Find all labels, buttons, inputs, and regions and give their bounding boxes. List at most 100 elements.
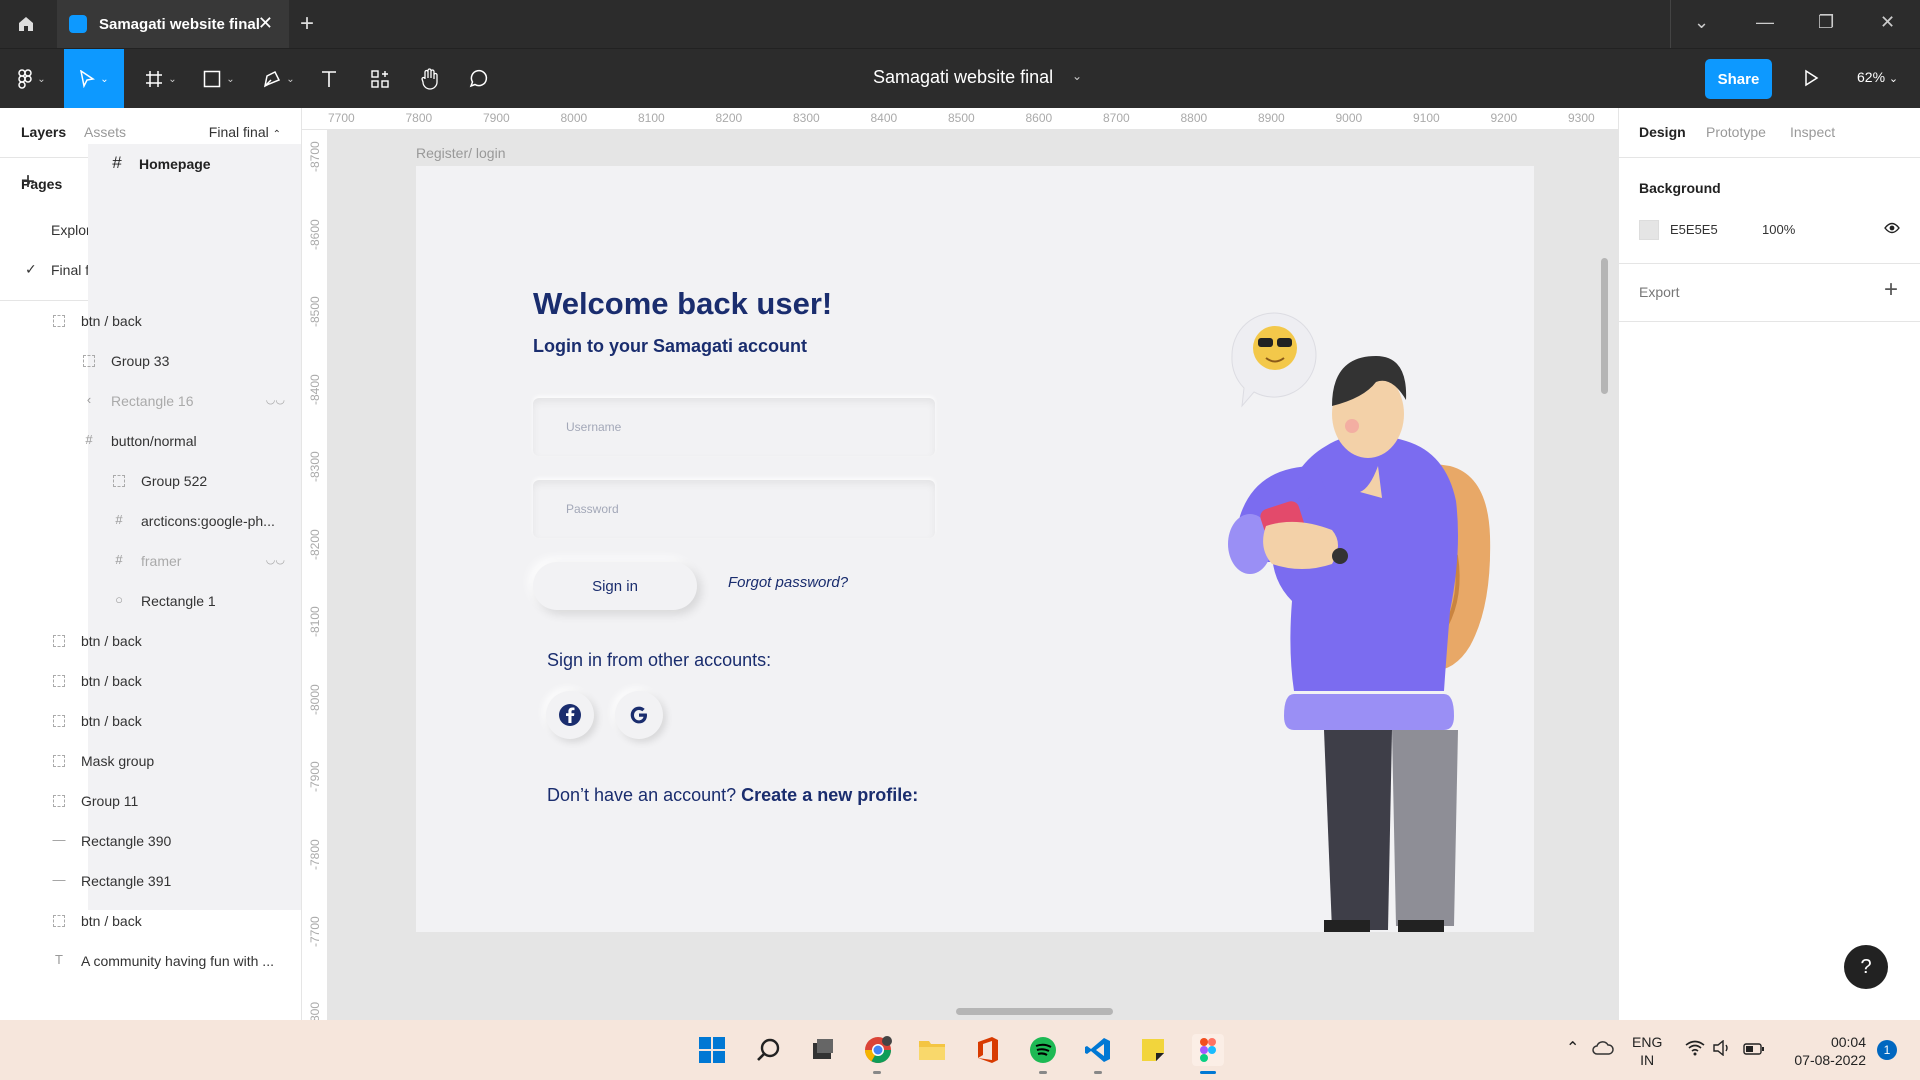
design-canvas[interactable]: Register/ login Welcome back user! Login… — [328, 130, 1618, 1020]
layer-row[interactable]: ‹ Rectangle 16 ◡◡ — [0, 381, 301, 421]
username-input[interactable] — [533, 398, 935, 456]
no-account-text: Don’t have an account? — [547, 785, 737, 805]
tab-layers[interactable]: Layers — [21, 124, 66, 140]
google-login-button[interactable] — [615, 691, 663, 739]
battery-icon[interactable] — [1743, 1042, 1765, 1080]
text-tool-button[interactable] — [314, 49, 344, 109]
chevron-down-icon: ⌄ — [37, 73, 46, 85]
pen-tool-button[interactable]: ⌄ — [256, 49, 302, 109]
horizontal-scrollbar[interactable] — [956, 1008, 1113, 1015]
layer-row[interactable]: Group 33 — [0, 341, 301, 381]
vscode-icon[interactable] — [1082, 1034, 1114, 1066]
group-icon — [113, 475, 125, 487]
layer-row[interactable]: # framer ◡◡ — [0, 541, 301, 581]
minimize-icon[interactable]: — — [1756, 12, 1774, 33]
background-hex-value[interactable]: E5E5E5 — [1670, 222, 1718, 237]
layer-row[interactable]: btn / back — [0, 661, 301, 701]
file-explorer-icon[interactable] — [916, 1034, 948, 1066]
sticky-notes-icon[interactable] — [1137, 1034, 1169, 1066]
password-input[interactable] — [533, 480, 935, 538]
tab-design[interactable]: Design — [1639, 124, 1686, 140]
layer-row[interactable]: Mask group — [0, 741, 301, 781]
layer-row[interactable]: # button/normal — [0, 421, 301, 461]
main-menu-button[interactable]: ⌄ — [8, 49, 56, 109]
layer-row[interactable]: btn / back — [0, 701, 301, 741]
chevron-up-icon: ⌃ — [272, 129, 281, 140]
running-indicator — [1094, 1071, 1102, 1074]
windows-start-icon[interactable] — [696, 1034, 728, 1066]
layer-label: button/normal — [111, 433, 197, 449]
character-illustration — [1228, 312, 1491, 932]
vertical-scrollbar[interactable] — [1601, 258, 1608, 394]
group-icon — [53, 675, 65, 687]
forgot-password-link[interactable]: Forgot password? — [728, 574, 848, 591]
layer-row[interactable]: Group 522 — [0, 461, 301, 501]
layer-row[interactable]: T A community having fun with ... — [0, 941, 301, 981]
volume-icon[interactable] — [1712, 1039, 1732, 1080]
ruler-tick-label: 8600 — [1025, 111, 1053, 125]
restore-icon[interactable]: ❐ — [1818, 12, 1834, 33]
wifi-icon[interactable] — [1685, 1040, 1705, 1080]
username-field[interactable] — [533, 398, 935, 456]
hidden-eye-icon[interactable]: ◡◡ — [266, 393, 285, 406]
layer-row[interactable]: btn / back — [0, 301, 301, 341]
home-icon[interactable] — [0, 0, 52, 48]
facebook-login-button[interactable] — [546, 691, 594, 739]
language-indicator[interactable]: ENG IN — [1632, 1033, 1662, 1069]
properties-panel: Design Prototype Inspect Background E5E5… — [1618, 108, 1920, 1020]
add-export-icon[interactable]: + — [1884, 276, 1898, 304]
ruler-tick-label: 9100 — [1413, 111, 1440, 125]
chrome-icon[interactable] — [862, 1034, 894, 1066]
clock[interactable]: 00:04 07-08-2022 — [1780, 1033, 1866, 1069]
layer-row[interactable]: btn / back — [0, 901, 301, 941]
zoom-dropdown[interactable]: 62% ⌄ — [1857, 69, 1898, 85]
frame-label[interactable]: Register/ login — [416, 145, 506, 161]
help-button[interactable]: ? — [1844, 945, 1888, 989]
office-icon[interactable] — [972, 1034, 1004, 1066]
onedrive-icon[interactable] — [1592, 1040, 1614, 1080]
notification-badge[interactable]: 1 — [1877, 1040, 1897, 1060]
sign-in-button[interactable]: Sign in — [533, 562, 697, 610]
layer-row[interactable]: btn / back — [0, 621, 301, 661]
frame-tool-button[interactable]: ⌄ — [138, 49, 184, 109]
eye-icon[interactable] — [1884, 222, 1900, 234]
share-button[interactable]: Share — [1705, 59, 1772, 99]
spotify-icon[interactable] — [1027, 1034, 1059, 1066]
task-view-icon[interactable] — [806, 1034, 838, 1066]
shape-tool-button[interactable]: ⌄ — [196, 49, 242, 109]
search-icon[interactable] — [752, 1034, 784, 1066]
document-tab[interactable]: Samagati website final ✕ — [57, 0, 289, 48]
layer-row[interactable]: — Rectangle 391 — [0, 861, 301, 901]
present-button[interactable] — [1803, 69, 1819, 92]
comment-tool-button[interactable] — [462, 49, 494, 109]
tab-inspect[interactable]: Inspect — [1790, 124, 1835, 140]
login-frame[interactable]: Welcome back user! Login to your Samagat… — [416, 166, 1534, 932]
language-code: ENG — [1632, 1034, 1663, 1050]
password-field[interactable] — [533, 480, 935, 538]
background-opacity-value[interactable]: 100% — [1762, 222, 1795, 237]
hidden-eye-icon[interactable]: ◡◡ — [266, 553, 285, 566]
background-color-swatch[interactable] — [1639, 220, 1659, 240]
ruler-tick-label: 9200 — [1490, 111, 1518, 125]
new-tab-button[interactable]: + — [300, 10, 314, 38]
document-title[interactable]: Samagati website final — [873, 67, 1053, 88]
close-tab-icon[interactable]: ✕ — [258, 13, 273, 34]
resources-tool-button[interactable] — [364, 49, 396, 109]
chevron-down-icon[interactable]: ⌄ — [1694, 12, 1709, 33]
chevron-down-icon: ⌄ — [1888, 73, 1899, 85]
layer-row[interactable]: — Rectangle 390 — [0, 821, 301, 861]
chevron-down-icon[interactable]: ⌄ — [1072, 69, 1082, 83]
move-tool-button[interactable]: ⌄ — [64, 49, 124, 109]
close-window-icon[interactable]: ✕ — [1880, 12, 1895, 33]
hand-tool-button[interactable] — [414, 49, 446, 109]
tab-assets[interactable]: Assets — [84, 124, 126, 140]
page-selector[interactable]: Final final ⌃ — [209, 124, 281, 140]
layer-row[interactable]: Group 11 — [0, 781, 301, 821]
tab-prototype[interactable]: Prototype — [1706, 124, 1766, 140]
create-profile-link[interactable]: Create a new profile: — [741, 785, 918, 805]
chevron-up-icon[interactable]: ⌃ — [1566, 1038, 1579, 1080]
layer-row[interactable]: # arcticons:google-ph... — [0, 501, 301, 541]
layer-label: Group 33 — [111, 353, 170, 369]
layer-row[interactable]: ○ Rectangle 1 — [0, 581, 301, 621]
figma-taskbar-icon[interactable] — [1192, 1034, 1224, 1066]
